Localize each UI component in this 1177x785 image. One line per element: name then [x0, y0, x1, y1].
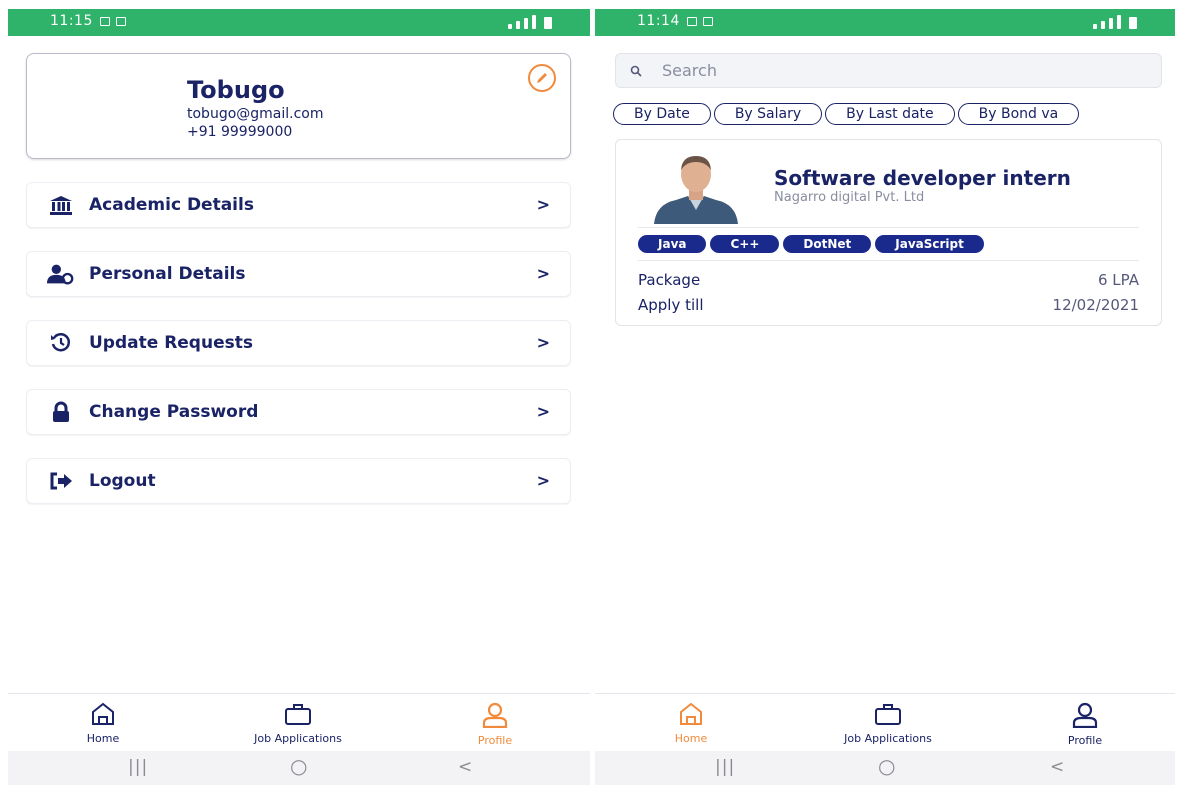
job-company: Nagarro digital Pvt. Ltd	[774, 190, 925, 205]
menu-change-password[interactable]: Change Password >	[26, 389, 571, 435]
menu-label: Update Requests	[89, 333, 253, 353]
home-icon	[92, 702, 114, 725]
status-bar: 11:14	[595, 9, 1175, 36]
chevron-right-icon: >	[536, 333, 550, 352]
status-time: 11:15	[50, 13, 93, 29]
search-input[interactable]	[662, 61, 1062, 80]
filter-chips: By Date By Salary By Last date By Bond va	[613, 103, 1175, 127]
nav-home[interactable]: Home	[626, 702, 756, 745]
profile-screen: 11:15 Tobugo tobugo@gmail.com +91 999990…	[8, 0, 590, 785]
nav-label: Home	[674, 732, 708, 745]
menu-academic-details[interactable]: Academic Details >	[26, 182, 571, 228]
screen-status-icon	[703, 17, 713, 26]
gallery-status-icon	[100, 17, 110, 26]
nav-label: Profile	[477, 734, 513, 747]
nav-home[interactable]: Home	[38, 702, 168, 745]
skill-tag: C++	[710, 235, 780, 253]
package-label: Package	[638, 271, 701, 289]
skill-tags: Java C++ DotNet JavaScript	[638, 235, 984, 253]
nav-label: Home	[86, 732, 120, 745]
status-bar: 11:15	[8, 9, 590, 36]
search-icon	[630, 64, 644, 78]
recent-apps-button[interactable]: |||	[715, 757, 735, 777]
divider	[638, 227, 1139, 228]
bank-icon	[47, 194, 75, 216]
filter-chip-salary[interactable]: By Salary	[713, 103, 823, 125]
apply-till-value: 12/02/2021	[1052, 296, 1139, 314]
briefcase-icon	[285, 704, 311, 725]
home-icon	[680, 702, 702, 725]
chevron-right-icon: >	[536, 264, 550, 283]
apply-till-row: Apply till 12/02/2021	[638, 296, 1139, 314]
home-system-button[interactable]: ○	[290, 754, 307, 778]
filter-chip-last-date[interactable]: By Last date	[825, 103, 955, 125]
skill-tag: JavaScript	[875, 235, 984, 253]
user-icon	[1072, 702, 1098, 728]
screen-status-icon	[116, 17, 126, 26]
menu-personal-details[interactable]: Personal Details >	[26, 251, 571, 297]
company-avatar	[646, 152, 746, 224]
battery-icon	[544, 17, 552, 29]
menu-label: Personal Details	[89, 264, 246, 284]
back-system-button[interactable]: <	[458, 757, 472, 777]
edit-profile-button[interactable]	[528, 64, 556, 92]
user-shield-icon	[47, 263, 75, 285]
nav-profile[interactable]: Profile	[430, 702, 560, 747]
nav-job-applications[interactable]: Job Applications	[233, 702, 363, 745]
nav-job-applications[interactable]: Job Applications	[823, 702, 953, 745]
back-system-button[interactable]: <	[1050, 757, 1064, 777]
filter-chip-bond[interactable]: By Bond va	[957, 103, 1080, 125]
profile-phone: +91 99999000	[187, 124, 293, 140]
menu-label: Logout	[89, 471, 156, 491]
signal-icons	[508, 15, 552, 29]
system-nav-bar: ||| ○ <	[595, 751, 1175, 785]
briefcase-icon	[875, 704, 901, 725]
home-screen: 11:14 By DateBy SalaryBy Last dateBy Bon…	[595, 0, 1175, 785]
bottom-nav: Home Job Applications Profile	[595, 693, 1175, 751]
job-title: Software developer intern	[774, 166, 1071, 190]
package-value: 6 LPA	[1097, 271, 1139, 289]
profile-email: tobugo@gmail.com	[187, 106, 324, 122]
history-icon	[47, 332, 75, 354]
menu-update-requests[interactable]: Update Requests >	[26, 320, 571, 366]
logout-icon	[47, 470, 75, 492]
nav-label: Profile	[1067, 734, 1103, 747]
job-card[interactable]: Software developer intern Nagarro digita…	[615, 139, 1162, 326]
status-time: 11:14	[637, 13, 680, 29]
gallery-status-icon	[687, 17, 697, 26]
menu-logout[interactable]: Logout >	[26, 458, 571, 504]
package-row: Package 6 LPA	[638, 271, 1139, 289]
pencil-icon	[537, 73, 547, 83]
skill-tag: Java	[638, 235, 707, 253]
profile-card: Tobugo tobugo@gmail.com +91 99999000	[26, 53, 571, 159]
profile-name: Tobugo	[187, 76, 285, 104]
bottom-nav: Home Job Applications Profile	[8, 693, 590, 751]
nav-label: Job Applications	[254, 732, 342, 745]
search-bar[interactable]	[615, 53, 1162, 88]
signal-icons	[1093, 15, 1137, 29]
home-system-button[interactable]: ○	[878, 754, 895, 778]
system-nav-bar: ||| ○ <	[8, 751, 590, 785]
battery-icon	[1129, 17, 1137, 29]
menu-label: Academic Details	[89, 195, 254, 215]
filter-chip-date[interactable]: By Date	[613, 103, 711, 125]
nav-label: Job Applications	[844, 732, 932, 745]
lock-icon	[47, 401, 75, 423]
divider	[638, 260, 1139, 261]
nav-profile[interactable]: Profile	[1020, 702, 1150, 747]
chevron-right-icon: >	[536, 471, 550, 490]
apply-till-label: Apply till	[638, 296, 704, 314]
recent-apps-button[interactable]: |||	[128, 757, 148, 777]
chevron-right-icon: >	[536, 402, 550, 421]
skill-tag: DotNet	[783, 235, 872, 253]
chevron-right-icon: >	[536, 195, 550, 214]
menu-label: Change Password	[89, 402, 259, 422]
user-icon	[482, 702, 508, 728]
